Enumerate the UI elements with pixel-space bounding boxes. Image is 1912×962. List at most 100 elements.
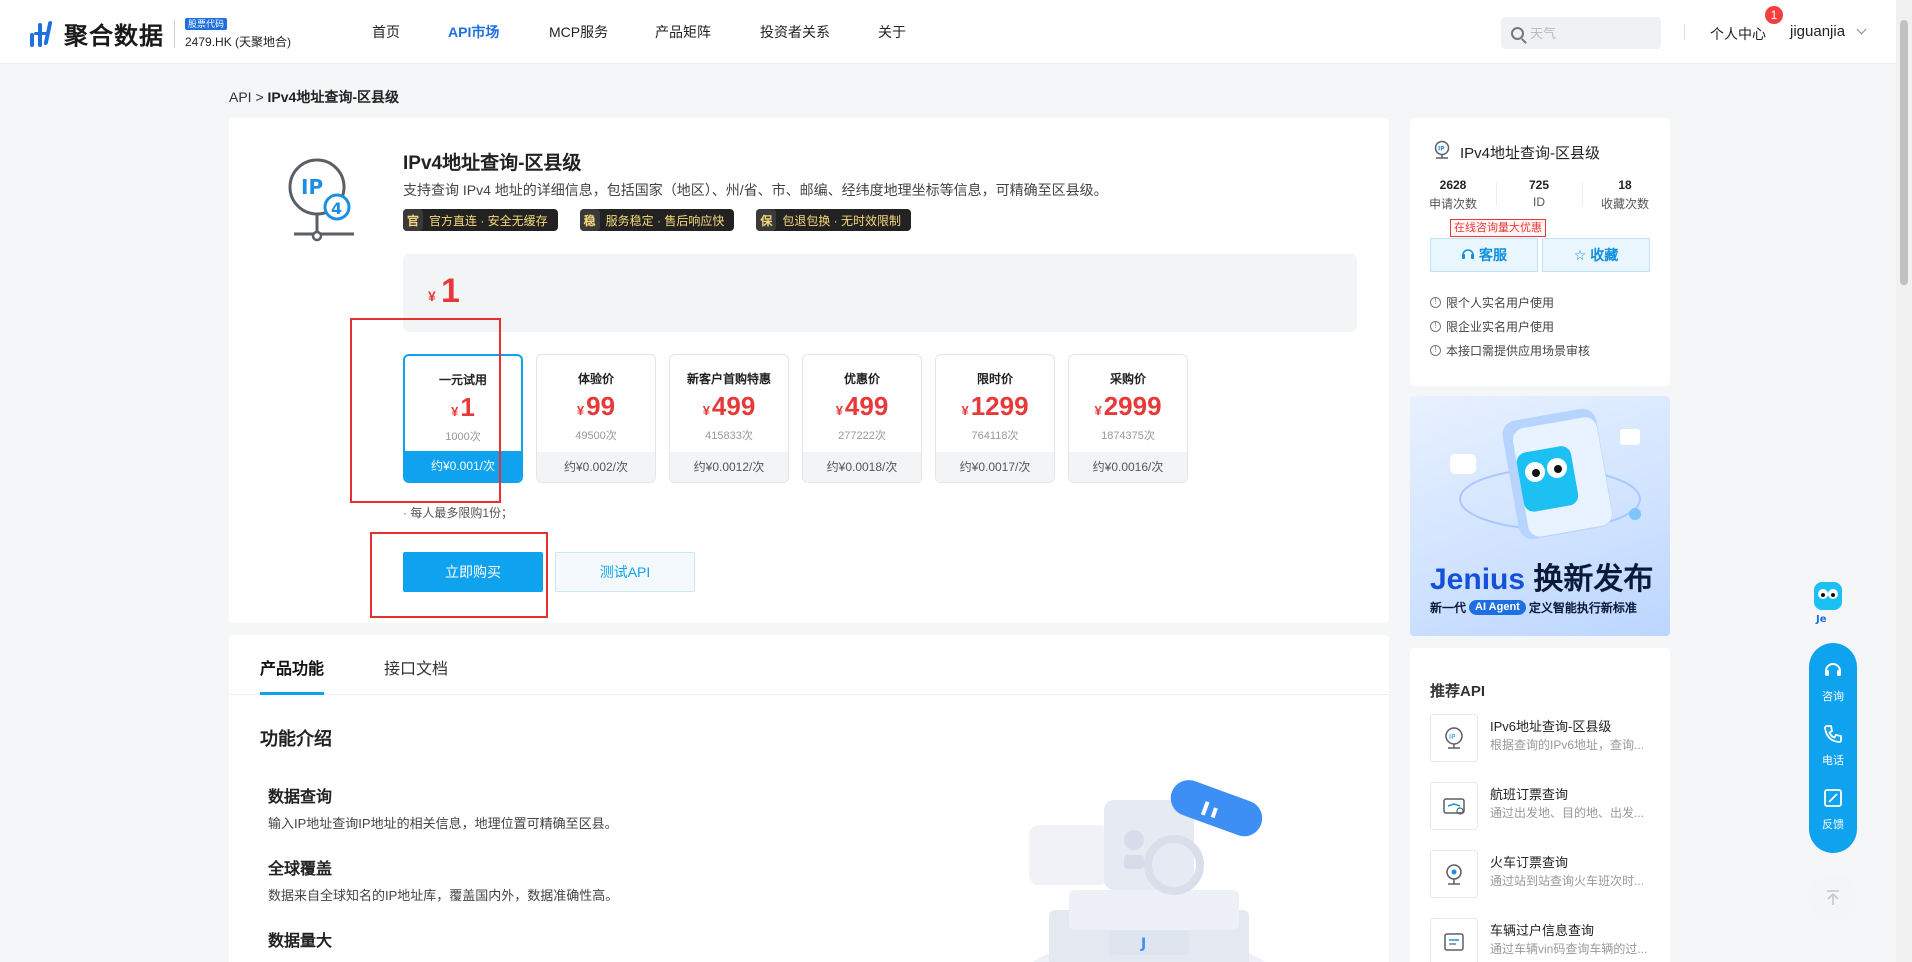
note-text: 限企业实名用户使用 bbox=[1446, 319, 1555, 334]
scrollbar[interactable] bbox=[1896, 0, 1912, 962]
chevron-down-icon[interactable] bbox=[1856, 24, 1867, 35]
plan-count: 49500次 bbox=[575, 430, 617, 442]
logo[interactable]: 聚合数据 股票代码 2479.HK (天聚地合) bbox=[30, 16, 291, 51]
service-label: 客服 bbox=[1479, 247, 1507, 263]
badge-guarantee: 保 包退包换 · 无时效限制 bbox=[756, 209, 912, 231]
plan-currency: ¥ bbox=[576, 403, 585, 418]
notification-badge: 1 bbox=[1765, 6, 1783, 24]
nav-about[interactable]: 关于 bbox=[878, 0, 906, 64]
price-currency: ¥ bbox=[428, 288, 436, 304]
recommend-item[interactable]: 火车订票查询 通过站到站查询火车班次时... bbox=[1430, 850, 1660, 900]
info-icon: ! bbox=[1430, 296, 1441, 308]
nav-investors[interactable]: 投资者关系 bbox=[760, 0, 830, 64]
nav-api-market[interactable]: API市场 bbox=[448, 0, 499, 64]
favorite-label: 收藏 bbox=[1590, 247, 1619, 263]
stat-label: 申请次数 bbox=[1428, 197, 1477, 211]
nav-mcp[interactable]: MCP服务 bbox=[549, 0, 608, 64]
mascot-icon[interactable]: Je bbox=[1812, 580, 1844, 624]
recommend-item-desc: 通过站到站查询火车班次时... bbox=[1490, 874, 1645, 888]
feature-item: 数据查询 输入IP地址查询IP地址的相关信息，地理位置可精确至区县。 bbox=[268, 783, 618, 832]
usage-notes: ! 限个人实名用户使用 ! 限企业实名用户使用 ! 本接口需提供应用场景审核 bbox=[1430, 290, 1590, 362]
plan-price-value: 2999 bbox=[1103, 391, 1162, 421]
note-text: 本接口需提供应用场景审核 bbox=[1446, 343, 1591, 358]
stat-id: 725 ID bbox=[1496, 178, 1582, 212]
username[interactable]: jiguanjia bbox=[1790, 23, 1845, 40]
search-input[interactable] bbox=[1530, 25, 1650, 41]
plan-name: 优惠价 bbox=[843, 372, 880, 386]
svg-text:IP: IP bbox=[1438, 146, 1445, 153]
ipv4-small-icon: IP bbox=[1434, 140, 1450, 159]
header-divider bbox=[1684, 24, 1685, 40]
customer-service-button[interactable]: 客服 bbox=[1430, 238, 1538, 272]
stable-icon: 稳 bbox=[579, 209, 600, 231]
highlight-box-buy bbox=[370, 532, 548, 618]
float-feedback[interactable]: 反馈 bbox=[1809, 787, 1857, 832]
breadcrumb-api[interactable]: API bbox=[229, 89, 252, 105]
plan-card-purchase[interactable]: 采购价 ¥2999 1874375次 约¥0.0016/次 bbox=[1068, 354, 1188, 483]
tab-docs[interactable]: 接口文档 bbox=[384, 655, 448, 679]
plan-card-new-customer[interactable]: 新客户首购特惠 ¥499 415833次 约¥0.0012/次 bbox=[669, 354, 789, 483]
headset-icon bbox=[1461, 247, 1475, 264]
phone-icon bbox=[1824, 725, 1842, 743]
plan-currency: ¥ bbox=[961, 403, 969, 418]
stat-label: 收藏次数 bbox=[1600, 197, 1649, 211]
note-text: 限个人实名用户使用 bbox=[1446, 295, 1555, 310]
svg-text:Je: Je bbox=[1815, 614, 1827, 624]
banner-title-rest: 换新发布 bbox=[1525, 563, 1654, 596]
plan-unit-price: 约¥0.0012/次 bbox=[670, 452, 788, 482]
api-description: 支持查询 IPv4 地址的详细信息，包括国家（地区）、州/省、市、邮编、经纬度地… bbox=[403, 182, 1108, 198]
note-item: ! 本接口需提供应用场景审核 bbox=[1430, 338, 1590, 362]
info-icon: ! bbox=[1430, 344, 1441, 356]
search-box[interactable] bbox=[1501, 17, 1661, 49]
favorite-button[interactable]: ☆ 收藏 bbox=[1542, 238, 1650, 272]
banner-title: Jenius 换新发布 bbox=[1430, 554, 1653, 598]
plan-list: 一元试用 ¥1 1000次 约¥0.001/次 体验价 ¥99 49500次 约… bbox=[403, 354, 1201, 483]
plan-unit-price: 约¥0.002/次 bbox=[537, 452, 655, 482]
plan-unit-price: 约¥0.0018/次 bbox=[803, 452, 921, 482]
recommend-item[interactable]: IP IPv6地址查询-区县级 根据查询的IPv6地址，查询... bbox=[1430, 714, 1660, 764]
jenius-banner[interactable]: Jenius 换新发布 新一代 AI Agent 定义智能执行新标准 bbox=[1410, 396, 1670, 636]
plan-price: ¥1299 bbox=[936, 391, 1054, 422]
recommend-item[interactable]: 航班订票查询 通过出发地、目的地、出发... bbox=[1430, 782, 1660, 832]
recommend-item-title: 车辆过户信息查询 bbox=[1490, 923, 1595, 938]
plan-count: 764118次 bbox=[971, 430, 1019, 442]
tab-features[interactable]: 产品功能 bbox=[260, 655, 324, 679]
back-to-top-button[interactable] bbox=[1809, 874, 1857, 922]
stat-favorites: 18 收藏次数 bbox=[1582, 178, 1668, 212]
stats-row: 2628 申请次数 725 ID 18 收藏次数 bbox=[1410, 178, 1670, 212]
float-feedback-label: 反馈 bbox=[1822, 819, 1844, 831]
plan-card-discount[interactable]: 优惠价 ¥499 277222次 约¥0.0018/次 bbox=[802, 354, 922, 483]
float-consult[interactable]: 咨询 bbox=[1809, 659, 1857, 704]
note-item: ! 限个人实名用户使用 bbox=[1430, 290, 1590, 314]
feature-desc: 输入IP地址查询IP地址的相关信息，地理位置可精确至区县。 bbox=[268, 816, 618, 831]
badge-stable: 稳 服务稳定 · 售后响应快 bbox=[579, 209, 735, 231]
price-display: ¥ 1 bbox=[403, 254, 1357, 332]
plan-name: 采购价 bbox=[1109, 372, 1146, 386]
tab-bar: 产品功能 接口文档 bbox=[229, 635, 1389, 695]
plan-price-value: 499 bbox=[711, 391, 756, 421]
recommend-item-title: IPv6地址查询-区县级 bbox=[1490, 719, 1612, 734]
trust-badges: 官 官方直连 · 安全无缓存 稳 服务稳定 · 售后响应快 保 包退包换 · 无… bbox=[403, 209, 933, 231]
user-center-link[interactable]: 个人中心 bbox=[1710, 24, 1766, 44]
note-item: ! 限企业实名用户使用 bbox=[1430, 314, 1590, 338]
scrollbar-thumb[interactable] bbox=[1900, 20, 1908, 285]
section-title: 功能介绍 bbox=[260, 729, 332, 749]
stat-value: 18 bbox=[1618, 178, 1632, 192]
plan-card-experience[interactable]: 体验价 ¥99 49500次 约¥0.002/次 bbox=[536, 354, 656, 483]
recommend-item[interactable]: 车辆过户信息查询 通过车辆vin码查询车辆的过... bbox=[1430, 918, 1660, 962]
feature-title: 全球覆盖 bbox=[268, 861, 333, 878]
nav-products[interactable]: 产品矩阵 bbox=[655, 0, 711, 64]
plan-card-limited[interactable]: 限时价 ¥1299 764118次 约¥0.0017/次 bbox=[935, 354, 1055, 483]
headset-icon bbox=[1825, 663, 1841, 676]
test-api-button[interactable]: 测试API bbox=[555, 552, 695, 592]
float-phone[interactable]: 电话 bbox=[1809, 723, 1857, 768]
purchase-limit-note: · 每人最多限购1份； bbox=[403, 506, 514, 520]
feature-desc: 数据来自全球知名的IP地址库，覆盖国内外，数据准确性高。 bbox=[268, 888, 619, 903]
ipv6-icon: IP bbox=[1430, 714, 1478, 762]
recommend-card: 推荐API IP IPv6地址查询-区县级 根据查询的IPv6地址，查询... … bbox=[1410, 648, 1670, 962]
nav-home[interactable]: 首页 bbox=[372, 0, 400, 64]
recommend-item-desc: 通过车辆vin码查询车辆的过... bbox=[1490, 942, 1648, 956]
banner-subtitle: 新一代 AI Agent 定义智能执行新标准 bbox=[1430, 599, 1637, 616]
badge-text: 服务稳定 · 售后响应快 bbox=[605, 213, 725, 228]
search-icon bbox=[1511, 26, 1524, 40]
